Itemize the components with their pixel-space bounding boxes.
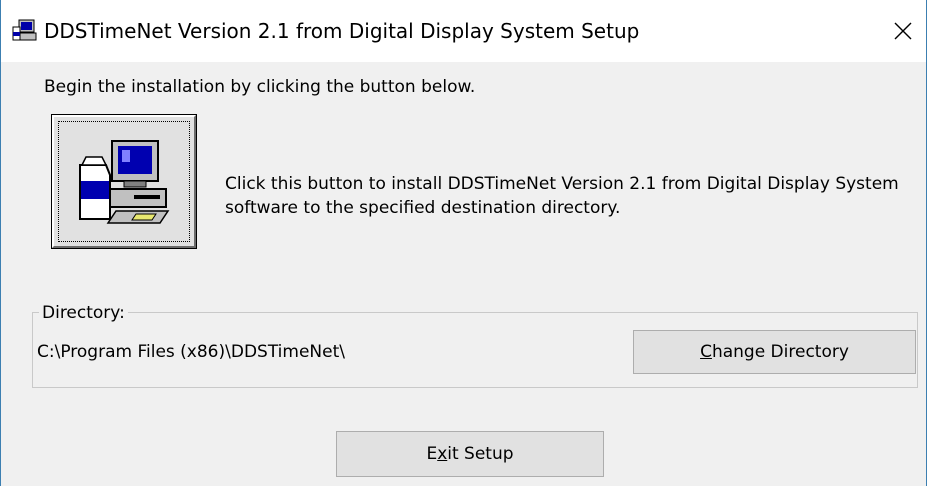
exit-setup-mnemonic: x <box>437 444 448 464</box>
change-directory-button[interactable]: Change Directory <box>633 330 916 374</box>
close-button[interactable] <box>880 0 926 62</box>
change-directory-mnemonic: C <box>700 342 712 362</box>
install-description: Click this button to install DDSTimeNet … <box>225 174 899 218</box>
close-icon <box>894 22 912 40</box>
title-bar[interactable]: DDSTimeNet Version 2.1 from Digital Disp… <box>1 0 926 62</box>
install-button[interactable] <box>51 114 197 249</box>
computer-setup-icon <box>79 140 170 224</box>
intro-text: Begin the installation by clicking the b… <box>44 77 476 97</box>
setup-window: DDSTimeNet Version 2.1 from Digital Disp… <box>0 0 927 486</box>
directory-path: C:\Program Files (x86)\DDSTimeNet\ <box>37 342 345 362</box>
directory-label: Directory: <box>39 302 128 324</box>
window-title: DDSTimeNet Version 2.1 from Digital Disp… <box>44 19 640 43</box>
setup-app-icon <box>11 18 37 44</box>
exit-setup-label-post: it Setup <box>447 444 514 464</box>
exit-setup-label-pre: E <box>426 444 438 464</box>
exit-setup-button[interactable]: Ex it Setup <box>336 431 604 477</box>
change-directory-label: hange Directory <box>711 342 849 362</box>
